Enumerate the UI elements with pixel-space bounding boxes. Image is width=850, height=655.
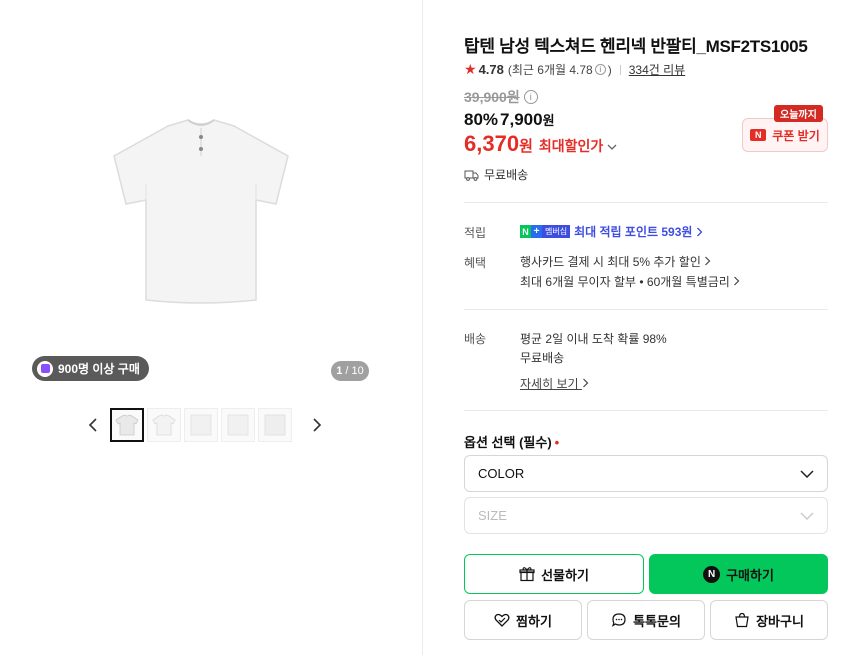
- thumbnail-next-button[interactable]: [306, 408, 328, 442]
- free-shipping-text: 무료배송: [484, 168, 529, 182]
- delivery-estimate: 평균 2일 이내 도착 확률 98%: [520, 332, 667, 346]
- chevron-left-icon: [88, 418, 97, 432]
- info-icon[interactable]: i: [523, 90, 538, 104]
- thumbnail-strip: [82, 408, 328, 442]
- buy-button[interactable]: N 구매하기: [649, 554, 828, 594]
- delivery-fee: 무료배송: [520, 351, 565, 365]
- heart-icon: [494, 613, 510, 627]
- gift-icon: [519, 567, 535, 582]
- required-mark: •: [554, 435, 560, 450]
- installment-benefit[interactable]: 최대 6개월 무이자 할부 • 60개월 특별금리: [520, 273, 740, 290]
- benefits-label: 혜택: [464, 256, 487, 270]
- max-discount-label: 최대할인가: [538, 138, 604, 154]
- info-icon[interactable]: i: [594, 64, 606, 75]
- shipping-details-link[interactable]: 자세히 보기: [520, 375, 589, 392]
- points-label: 적립: [464, 226, 487, 240]
- talk-inquiry-button[interactable]: 톡톡문의: [587, 600, 705, 640]
- store-icon: [37, 360, 53, 377]
- recent-rating: (최근 6개월 4.78: [507, 63, 593, 77]
- thumbnail-4[interactable]: [221, 408, 255, 442]
- chevron-right-icon: [734, 276, 740, 286]
- wishlist-button-label: 찜하기: [516, 613, 552, 629]
- today-only-tag: 오늘까지: [774, 105, 823, 122]
- shipping-label: 배송: [464, 332, 487, 346]
- sale-price-unit: 원: [542, 113, 555, 128]
- section-divider: [464, 309, 828, 310]
- thumbnail-1[interactable]: [110, 408, 144, 442]
- naver-coupon-icon: N: [750, 129, 767, 141]
- buyers-count-badge: 900명 이상 구매: [32, 356, 149, 381]
- thumbnail-5[interactable]: [258, 408, 292, 442]
- shopping-bag-icon: [735, 612, 749, 628]
- max-discount-price[interactable]: 6,370 원 최대할인가: [464, 131, 617, 157]
- review-count-link[interactable]: 334건 리뷰: [629, 61, 685, 78]
- gift-button[interactable]: 선물하기: [464, 554, 644, 594]
- color-select[interactable]: COLOR: [464, 455, 828, 492]
- star-icon: ★: [464, 61, 477, 77]
- gift-button-label: 선물하기: [541, 567, 589, 583]
- product-title: 탑텐 남성 텍스쳐드 헨리넥 반팔티_MSF2TS1005: [464, 37, 808, 56]
- max-discount-value: 6,370: [464, 131, 520, 156]
- truck-icon: [464, 170, 479, 181]
- max-discount-unit: 원: [519, 138, 533, 155]
- sale-price: 80% 7,900원: [464, 110, 555, 130]
- divider: [619, 64, 621, 75]
- option-section-title: 옵션 선택 (필수) •: [464, 435, 560, 450]
- chat-bubble-icon: [612, 613, 626, 627]
- sale-price-value: 7,900: [500, 110, 543, 129]
- image-counter-total: / 10: [345, 365, 364, 377]
- section-divider: [464, 202, 828, 203]
- chevron-right-icon: [582, 378, 589, 388]
- chevron-right-icon: [697, 227, 703, 236]
- card-discount-benefit[interactable]: 행사카드 결제 시 최대 5% 추가 할인: [520, 253, 711, 270]
- size-select-label: SIZE: [478, 508, 507, 523]
- cart-button-label: 장바구니: [756, 613, 804, 629]
- rating-row: ★ 4.78 (최근 6개월 4.78 i ) 334건 리뷰: [464, 61, 685, 78]
- coupon-button-label: 쿠폰 받기: [772, 128, 820, 143]
- rating-score: 4.78: [478, 62, 504, 77]
- talk-inquiry-button-label: 톡톡문의: [633, 613, 681, 629]
- image-counter: 1 / 10: [331, 361, 369, 381]
- points-row[interactable]: N + 멤버십 최대 적립 포인트 593원: [520, 223, 703, 240]
- buyers-count-text: 900명 이상 구매: [58, 362, 140, 376]
- coupon-button[interactable]: N 쿠폰 받기: [742, 118, 828, 152]
- original-price-value: 39,900원: [464, 89, 520, 105]
- thumbnail-3[interactable]: [184, 408, 218, 442]
- section-divider: [464, 410, 828, 411]
- naver-membership-badge: N + 멤버십: [520, 225, 571, 238]
- free-shipping: 무료배송: [464, 166, 528, 183]
- thumbnail-prev-button[interactable]: [82, 408, 104, 442]
- image-counter-current: 1: [336, 365, 343, 377]
- chevron-right-icon: [705, 256, 711, 266]
- product-gallery: 900명 이상 구매 1 / 10: [0, 0, 423, 655]
- buy-button-label: 구매하기: [726, 567, 774, 583]
- chevron-down-icon: [607, 143, 617, 154]
- color-select-label: COLOR: [478, 466, 525, 481]
- original-price: 39,900원 i: [464, 87, 538, 107]
- product-main-image[interactable]: [96, 104, 306, 314]
- size-select[interactable]: SIZE: [464, 497, 828, 534]
- wishlist-button[interactable]: 찜하기: [464, 600, 582, 640]
- chevron-down-icon: [800, 511, 814, 520]
- naver-pay-icon: N: [703, 565, 721, 583]
- max-points-link: 최대 적립 포인트 593원: [574, 225, 693, 239]
- thumbnail-2[interactable]: [147, 408, 181, 442]
- chevron-down-icon: [800, 469, 814, 478]
- recent-rating-close: ): [607, 62, 612, 77]
- chevron-right-icon: [313, 418, 322, 432]
- cart-button[interactable]: 장바구니: [710, 600, 828, 640]
- discount-rate: 80%: [464, 110, 499, 129]
